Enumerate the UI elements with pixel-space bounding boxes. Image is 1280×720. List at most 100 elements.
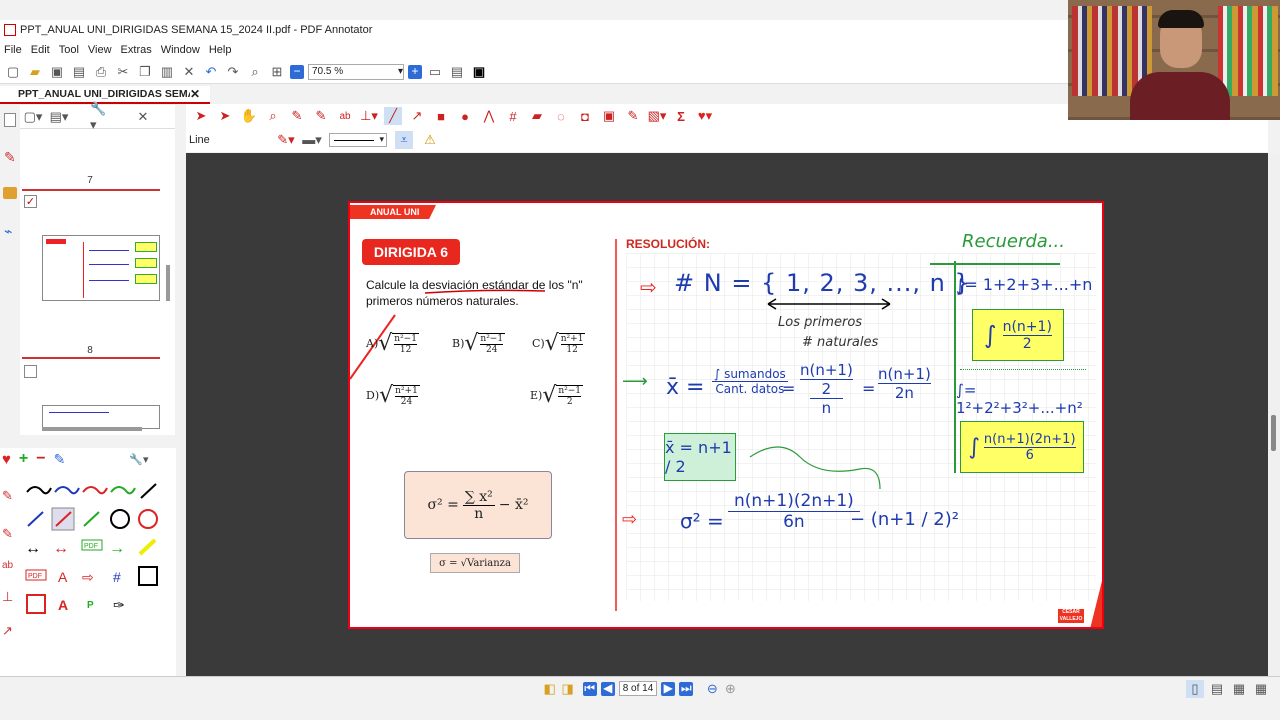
first-page-button[interactable]: ⏮ bbox=[582, 681, 597, 696]
zoom-select[interactable]: 70.5 % ▾ bbox=[308, 63, 404, 80]
thumbnail-scrollbar[interactable] bbox=[166, 265, 170, 301]
select-arrow-icon[interactable]: ➤ bbox=[192, 107, 210, 125]
pen-icon[interactable]: ✎ bbox=[2, 488, 18, 504]
fullscreen-icon[interactable]: ▣ bbox=[470, 63, 488, 81]
pen-tab-icon[interactable]: ✎ bbox=[4, 149, 16, 165]
prev-doc-icon[interactable]: ◧ bbox=[541, 680, 559, 698]
measure-tool-icon[interactable]: ⋀ bbox=[480, 107, 498, 125]
snap-icon[interactable]: ⩡ bbox=[395, 131, 413, 149]
lasso-icon[interactable]: ◌ bbox=[552, 107, 570, 125]
eraser-icon[interactable]: ▰ bbox=[528, 107, 546, 125]
option-b: B) √ n²−1 24 bbox=[452, 331, 506, 356]
thumbnail-hscrollbar[interactable] bbox=[42, 427, 142, 431]
settings-wrench-icon[interactable]: 🔧▾ bbox=[129, 453, 148, 466]
close-panel-icon[interactable]: ✕ bbox=[134, 108, 152, 126]
zoom-out-button[interactable]: − bbox=[290, 64, 304, 79]
view-mode-icons: ▯ ▤ ▦ ▦ bbox=[1186, 679, 1270, 698]
next-doc-icon[interactable]: ◨ bbox=[559, 680, 577, 698]
zoom-in-button[interactable]: + bbox=[408, 64, 422, 79]
scroll-thumb[interactable] bbox=[1271, 415, 1276, 451]
undo-icon[interactable]: ↶ bbox=[202, 63, 220, 81]
menu-file[interactable]: File bbox=[4, 44, 22, 56]
rectangle-tool-icon[interactable]: ■ bbox=[432, 107, 450, 125]
hand-icon[interactable]: ✋ bbox=[240, 107, 258, 125]
menu-window[interactable]: Window bbox=[161, 44, 200, 56]
heart-icon[interactable]: ♥ bbox=[2, 451, 11, 468]
marker-icon[interactable]: ✎ bbox=[2, 526, 18, 542]
cut-icon[interactable]: ✂ bbox=[114, 63, 132, 81]
close-tab-icon[interactable]: ✕ bbox=[190, 87, 200, 101]
redo-icon[interactable]: ↷ bbox=[224, 63, 242, 81]
circle-tool-icon[interactable]: ● bbox=[456, 107, 474, 125]
forward-icon[interactable]: ⊕ bbox=[721, 680, 739, 698]
line-style-select[interactable]: ▾ bbox=[329, 133, 387, 147]
zoom-icon[interactable]: ⌕ bbox=[264, 107, 282, 125]
menu-tool[interactable]: Tool bbox=[59, 44, 79, 56]
wrench-icon[interactable]: 🔧▾ bbox=[90, 101, 108, 132]
paste-icon[interactable]: ▥ bbox=[158, 63, 176, 81]
save-icon[interactable]: ▣ bbox=[48, 63, 66, 81]
line-width-icon[interactable]: ▬▾ bbox=[302, 131, 322, 149]
line-icon[interactable]: ↗ bbox=[2, 623, 18, 639]
continuous-view-icon[interactable]: ▤ bbox=[1208, 680, 1226, 698]
page-view-icon[interactable]: ▢▾ bbox=[24, 108, 43, 126]
stamp-icon[interactable]: ⊥ bbox=[2, 589, 18, 605]
copy-icon[interactable]: ❐ bbox=[136, 63, 154, 81]
print-icon[interactable]: ⎙ bbox=[92, 63, 110, 81]
fit-page-icon[interactable]: ▭ bbox=[426, 63, 444, 81]
stamp-tool-icon[interactable]: ⊥▾ bbox=[360, 107, 378, 125]
find-icon[interactable]: ⌕ bbox=[246, 63, 264, 81]
add-icon[interactable]: + bbox=[19, 450, 28, 468]
page-indicator[interactable]: 8 of 14 bbox=[618, 681, 658, 696]
text-tool-icon[interactable]: ab bbox=[336, 107, 354, 125]
warning-icon[interactable]: ⚠ bbox=[421, 131, 439, 149]
last-page-button[interactable]: ⏭ bbox=[679, 681, 694, 696]
next-page-button[interactable]: ▶ bbox=[661, 681, 676, 696]
numbered-tool-icon[interactable]: # bbox=[504, 107, 522, 125]
page-thumbnail-8[interactable] bbox=[42, 405, 160, 429]
arrow-tool-icon[interactable]: ↗ bbox=[408, 107, 426, 125]
delete-icon[interactable]: ✕ bbox=[180, 63, 198, 81]
back-icon[interactable]: ⊖ bbox=[703, 680, 721, 698]
folder-tab-icon[interactable] bbox=[3, 187, 17, 199]
textbox-icon[interactable]: ab bbox=[2, 560, 18, 571]
prev-page-button[interactable]: ◀ bbox=[600, 681, 615, 696]
pen-tool-icon[interactable]: ✎ bbox=[288, 107, 306, 125]
image-icon[interactable]: ▧▾ bbox=[648, 107, 667, 125]
menu-view[interactable]: View bbox=[88, 44, 112, 56]
red-rectangle-tool bbox=[26, 594, 46, 614]
select-text-icon[interactable]: ➤ bbox=[216, 107, 234, 125]
edit-pen-icon[interactable]: ✎ bbox=[54, 451, 66, 468]
fit-width-icon[interactable]: ▤ bbox=[448, 63, 466, 81]
highlighter-icon[interactable]: ✎ bbox=[312, 107, 330, 125]
vertical-scrollbar[interactable] bbox=[1268, 153, 1280, 676]
save-as-icon[interactable]: ▤ bbox=[70, 63, 88, 81]
line-tool-icon[interactable]: ╱ bbox=[384, 107, 402, 125]
menu-edit[interactable]: Edit bbox=[31, 44, 50, 56]
crop-icon[interactable]: ▣ bbox=[600, 107, 618, 125]
favorites-heart-icon[interactable]: ♥▾ bbox=[696, 107, 714, 125]
remove-icon[interactable]: − bbox=[36, 450, 45, 468]
grid-icon[interactable]: ⊞ bbox=[268, 63, 286, 81]
document-tab[interactable]: PPT_ANUAL UNI_DIRIGIDAS SEMA... bbox=[0, 88, 190, 100]
two-page-view-icon[interactable]: ▦ bbox=[1230, 680, 1248, 698]
fraction-den: 12 bbox=[566, 344, 578, 355]
camera-icon[interactable]: ◘ bbox=[576, 107, 594, 125]
layout-icon[interactable]: ▤▾ bbox=[50, 108, 69, 126]
menu-help[interactable]: Help bbox=[209, 44, 232, 56]
open-folder-icon[interactable]: ▰ bbox=[26, 63, 44, 81]
person bbox=[1130, 10, 1230, 120]
new-file-icon[interactable]: ▢ bbox=[4, 63, 22, 81]
fraction-num: n²+1 bbox=[395, 385, 418, 397]
sigma-icon[interactable]: Σ bbox=[672, 107, 690, 125]
page-thumbnail-7[interactable] bbox=[42, 235, 160, 301]
attachment-icon[interactable]: ⌁ bbox=[4, 223, 12, 240]
single-page-view-icon[interactable]: ▯ bbox=[1186, 679, 1204, 698]
ruler-icon[interactable]: ✎ bbox=[624, 107, 642, 125]
bookmark-icon[interactable] bbox=[4, 113, 16, 127]
thumbnail-checkbox-checked[interactable]: ✓ bbox=[24, 195, 37, 208]
color-picker-icon[interactable]: ✎▾ bbox=[277, 131, 295, 149]
menu-extras[interactable]: Extras bbox=[121, 44, 152, 56]
grid-view-icon[interactable]: ▦ bbox=[1252, 680, 1270, 698]
thumbnail-checkbox[interactable] bbox=[24, 365, 37, 378]
